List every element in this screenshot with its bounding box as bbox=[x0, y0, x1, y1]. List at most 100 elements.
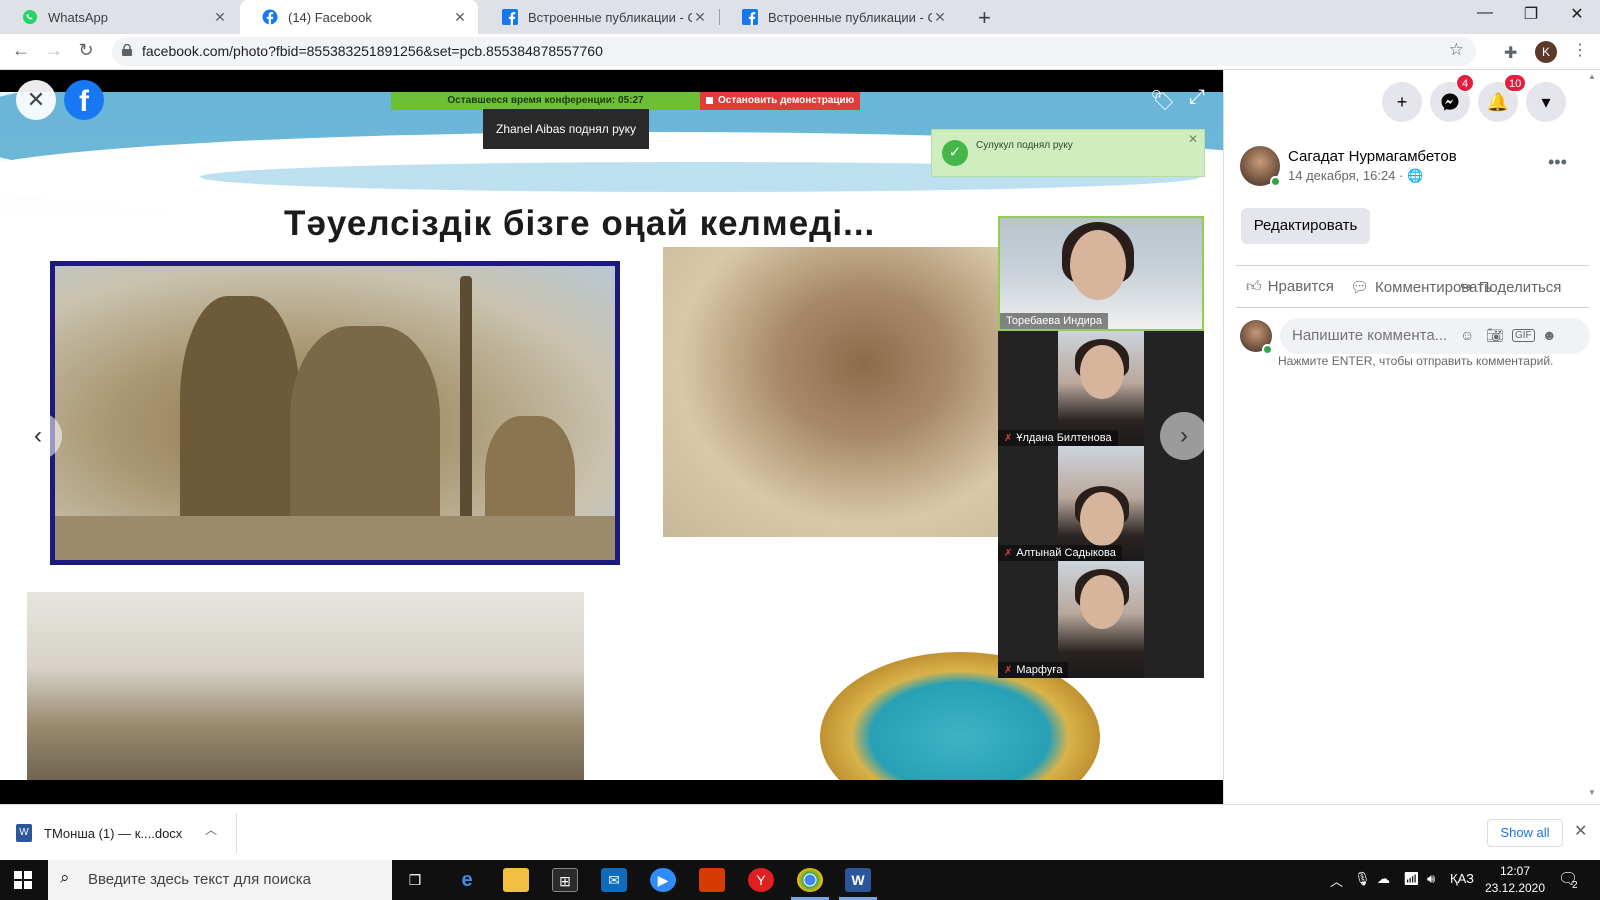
back-icon[interactable]: ← bbox=[10, 40, 32, 61]
check-icon: ✓ bbox=[942, 140, 968, 166]
file-explorer-icon[interactable] bbox=[503, 868, 529, 892]
taskbar-search[interactable]: ⌕ Введите здесь текст для поиска bbox=[48, 860, 392, 900]
notifications-badge: 10 bbox=[1504, 74, 1527, 92]
download-filename: ТМонша (1) — к....docx bbox=[44, 825, 183, 841]
url-text: facebook.com/photo?fbid=855383251891256&… bbox=[142, 43, 603, 59]
close-shelf-icon[interactable]: ✕ bbox=[1574, 821, 1587, 841]
post-date[interactable]: 14 декабря, 16:24 · 🌐 bbox=[1288, 168, 1423, 184]
divider bbox=[1236, 265, 1589, 266]
tab-strip: WhatsApp ✕ (14) Facebook ✕ Встроенные пу… bbox=[0, 0, 1600, 34]
stop-share-button[interactable]: Остановить демонстрацию bbox=[700, 92, 860, 110]
windows-start-icon[interactable] bbox=[14, 871, 32, 889]
notification-close-icon[interactable]: ✕ bbox=[1188, 132, 1198, 146]
fullscreen-icon[interactable]: ⤢ bbox=[1189, 86, 1205, 109]
staff bbox=[460, 276, 472, 556]
raise-hand-notification: ✓ Сулукул поднял руку ✕ bbox=[931, 129, 1205, 177]
onedrive-cloud-icon[interactable]: ☁ bbox=[1377, 871, 1390, 887]
tag-icon[interactable]: 🏷 bbox=[1150, 88, 1175, 113]
chrome-menu-icon[interactable]: ⋮ bbox=[1572, 40, 1588, 60]
participant-tile: ✗ Алтынай Садыкова bbox=[998, 446, 1204, 561]
tab-facebook[interactable]: (14) Facebook ✕ bbox=[240, 0, 478, 34]
participant-tile: Торебаева Индира bbox=[998, 216, 1204, 331]
microphone-icon[interactable]: 🎙︎ bbox=[1354, 871, 1371, 887]
divider bbox=[236, 813, 237, 853]
download-item[interactable]: W ТМонша (1) — к....docx bbox=[16, 817, 182, 849]
share-button[interactable]: ↪ Поделиться bbox=[1460, 278, 1561, 296]
restore-icon[interactable]: ❐ bbox=[1516, 4, 1546, 24]
close-viewer-icon[interactable]: ✕ bbox=[16, 80, 56, 120]
store-icon[interactable]: ⊞ bbox=[552, 868, 578, 892]
participant-tile: ✗ Марфуға bbox=[998, 561, 1204, 678]
chevron-up-icon[interactable]: ︿ bbox=[205, 821, 217, 838]
task-view-icon[interactable]: ❒ bbox=[402, 868, 428, 892]
tab-embedded-posts-1[interactable]: Встроенные публикации - Соц ✕ bbox=[480, 0, 718, 34]
tab-close-icon[interactable]: ✕ bbox=[932, 9, 948, 26]
facebook-logo[interactable]: f bbox=[64, 80, 104, 120]
language-indicator[interactable]: ҚАЗ bbox=[1450, 871, 1474, 886]
tab-title: (14) Facebook bbox=[288, 9, 372, 25]
previous-photo-icon[interactable]: ‹ bbox=[14, 412, 62, 460]
divider bbox=[1236, 307, 1589, 308]
mail-icon[interactable]: ✉ bbox=[601, 868, 627, 892]
next-photo-icon[interactable]: › bbox=[1160, 412, 1208, 460]
tab-title: WhatsApp bbox=[48, 9, 108, 25]
search-placeholder: Введите здесь текст для поиска bbox=[88, 871, 311, 888]
show-all-button[interactable]: Show all bbox=[1487, 819, 1563, 847]
participant-name: ✗ Алтынай Садыкова bbox=[998, 545, 1122, 561]
window-close-icon[interactable]: ✕ bbox=[1562, 4, 1592, 24]
participant-video bbox=[1080, 575, 1124, 629]
forward-icon[interactable]: → bbox=[43, 40, 65, 61]
office-icon[interactable] bbox=[699, 868, 725, 892]
edit-button[interactable]: Редактировать bbox=[1241, 208, 1370, 244]
cavalry-painting-image bbox=[27, 592, 584, 780]
participant-video bbox=[1070, 230, 1126, 300]
zoom-app-icon[interactable]: ▶ bbox=[650, 868, 676, 892]
address-bar[interactable]: facebook.com/photo?fbid=855383251891256&… bbox=[112, 37, 1476, 66]
scroll-up-icon[interactable]: ▲ bbox=[1588, 72, 1596, 81]
volume-icon[interactable]: 🔊︎ bbox=[1427, 871, 1435, 887]
minimize-icon[interactable]: — bbox=[1470, 4, 1500, 22]
gif-icon[interactable]: GIF bbox=[1512, 329, 1535, 342]
bookmark-star-icon[interactable]: ☆ bbox=[1449, 40, 1464, 60]
system-clock[interactable]: 12:07 23.12.2020 bbox=[1480, 863, 1550, 897]
download-shelf: W ТМонша (1) — к....docx ︿ Show all ✕ bbox=[0, 804, 1600, 860]
tab-close-icon[interactable]: ✕ bbox=[692, 9, 708, 26]
zoom-timer: Оставшееся время конференции: 05:27 bbox=[391, 92, 700, 110]
create-plus-icon[interactable]: + bbox=[1382, 82, 1422, 122]
participant-name: ✗ Ұлдана Билтенова bbox=[998, 430, 1118, 446]
author-name[interactable]: Сагадат Нурмагамбетов bbox=[1288, 148, 1457, 165]
search-icon: ⌕ bbox=[60, 868, 70, 887]
like-button[interactable]: 👍︎ Нравится bbox=[1246, 278, 1334, 296]
emoji-icon[interactable]: ☺ bbox=[1460, 327, 1474, 343]
tab-close-icon[interactable]: ✕ bbox=[212, 9, 228, 26]
battle-painting-image bbox=[663, 247, 998, 537]
globe-icon: 🌐 bbox=[1406, 168, 1424, 183]
new-tab-icon[interactable]: + bbox=[978, 5, 991, 31]
scroll-down-icon[interactable]: ▼ bbox=[1588, 788, 1596, 797]
tab-whatsapp[interactable]: WhatsApp ✕ bbox=[0, 0, 238, 34]
notification-count: 2 bbox=[1572, 880, 1578, 891]
camera-icon[interactable]: 📷︎ bbox=[1486, 327, 1504, 344]
reload-icon[interactable]: ↻ bbox=[75, 40, 97, 61]
word-icon[interactable]: W bbox=[845, 868, 871, 892]
windows-taskbar: ⌕ Введите здесь текст для поиска ❒ e ⊞ ✉… bbox=[0, 860, 1600, 900]
tab-title: Встроенные публикации - Соц bbox=[768, 9, 932, 25]
thumbs-up-icon: 👍︎ bbox=[1246, 278, 1262, 295]
yandex-browser-icon[interactable]: Y bbox=[748, 868, 774, 892]
post-more-icon[interactable]: ••• bbox=[1548, 152, 1567, 173]
network-icon[interactable]: 📶︎ bbox=[1403, 871, 1420, 887]
sticker-icon[interactable]: ☻ bbox=[1542, 327, 1557, 343]
facebook-icon bbox=[262, 9, 278, 25]
profile-avatar[interactable]: K bbox=[1535, 41, 1557, 63]
chrome-icon[interactable] bbox=[797, 868, 823, 892]
share-arrow-icon: ↪ bbox=[1460, 279, 1473, 296]
tab-close-icon[interactable]: ✕ bbox=[452, 9, 468, 26]
account-caret-icon[interactable]: ▾ bbox=[1526, 82, 1566, 122]
extensions-puzzle-icon[interactable]: ✚ bbox=[1504, 43, 1517, 63]
tab-embedded-posts-2[interactable]: Встроенные публикации - Соц ✕ bbox=[720, 0, 958, 34]
comment-input[interactable] bbox=[1292, 327, 1460, 344]
tab-title: Встроенные публикации - Соц bbox=[528, 9, 692, 25]
comment-input-container[interactable]: ☺ 📷︎ GIF ☻ bbox=[1280, 318, 1590, 354]
edge-icon[interactable]: e bbox=[454, 868, 480, 892]
show-hidden-icons-icon[interactable]: ︿ bbox=[1330, 871, 1343, 890]
